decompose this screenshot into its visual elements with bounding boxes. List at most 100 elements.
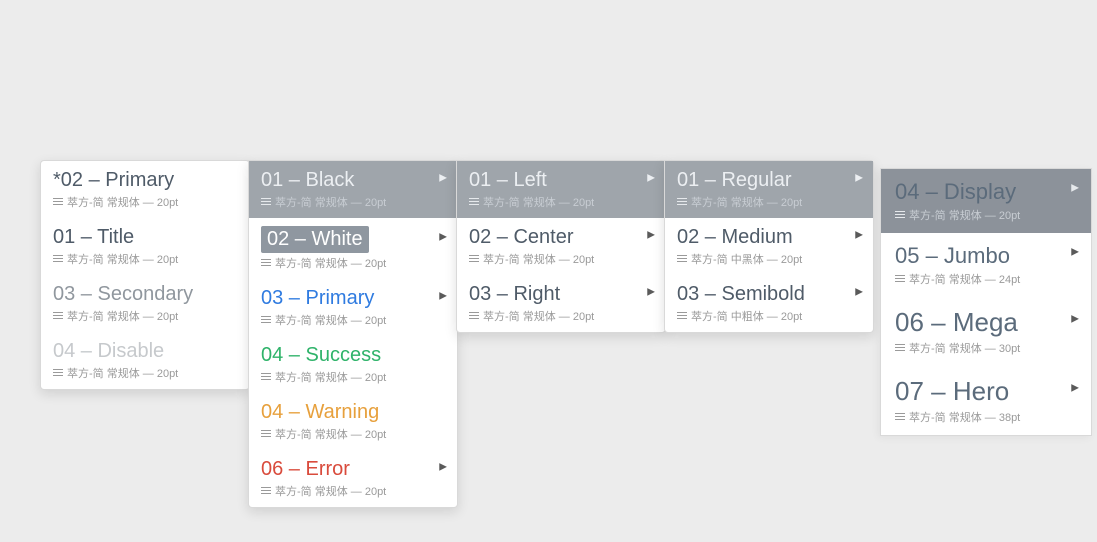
lines-icon [469, 198, 479, 206]
meta: 萃方-简 中粗体 — 20pt [691, 308, 802, 324]
lines-icon [895, 211, 905, 219]
panel-priority: *02 – Primary 萃方-简 常规体 — 20pt 01 – Title… [40, 160, 250, 390]
chevron-right-icon: ▶ [855, 229, 863, 240]
item-white[interactable]: 02 – White▶ 萃方-简 常规体 — 20pt [249, 218, 457, 279]
sidebar-item-body[interactable]: ✓ 02 – Body 萃方-简 常规体 — 14pt ▶ [887, 64, 1097, 101]
item-title[interactable]: 01 – Title 萃方-简 常规体 — 20pt [41, 218, 249, 275]
meta: 萃方-简 常规体 — 20pt [275, 312, 386, 328]
item-black[interactable]: 01 – Black ▶ 萃方-简 常规体 — 20pt [249, 161, 457, 218]
label: 03 – Primary [261, 287, 374, 310]
item-hero[interactable]: 07 – Hero▶ 萃方-简 常规体 — 38pt [881, 366, 1091, 435]
meta: 萃方-简 常规体 — 20pt [67, 251, 178, 267]
lines-icon [909, 88, 919, 96]
item-primary[interactable]: *02 – Primary 萃方-简 常规体 — 20pt [41, 161, 249, 218]
meta: 萃方-简 常规体 — 30pt [909, 340, 1020, 356]
meta: 萃方-简 常规体 — 20pt [483, 194, 594, 210]
lines-icon [469, 312, 479, 320]
check-icon: ✓ [893, 70, 902, 83]
meta: 萃方-简 常规体 — 20pt [67, 194, 178, 210]
item-mega[interactable]: 06 – Mega ▶ 萃方-简 常规体 — 30pt [881, 297, 1091, 366]
chevron-right-icon: ▶ [1079, 112, 1087, 123]
meta: 萃方-简 常规体 — 12pt [922, 47, 1023, 62]
label: *02 – Primary [53, 169, 174, 192]
label: 04 – Warning [261, 401, 379, 424]
chevron-right-icon: ▶ [1071, 247, 1079, 258]
meta: 萃方-简 常规体 — 20pt [67, 365, 178, 381]
label: 07 – Hero [895, 376, 1009, 406]
lines-icon [261, 316, 271, 324]
item-primary-color[interactable]: 03 – Primary ▶ 萃方-简 常规体 — 20pt [249, 279, 457, 336]
label: 06 – Mega [895, 307, 1018, 337]
lines-icon [53, 255, 63, 263]
panel-align: 01 – Left▶ 萃方-简 常规体 — 20pt 02 – Center▶ … [456, 160, 666, 333]
lines-icon [261, 259, 271, 267]
lines-icon [909, 51, 919, 59]
chevron-right-icon: ▶ [1071, 313, 1079, 324]
item-regular[interactable]: 01 – Regular ▶ 萃方-简 常规体 — 20pt [665, 161, 873, 218]
label: 02 – White [261, 226, 369, 253]
chevron-right-icon: ▶ [439, 172, 447, 183]
item-medium[interactable]: 02 – Medium ▶ 萃方-简 中黑体 — 20pt [665, 218, 873, 275]
lines-icon [895, 344, 905, 352]
lines-icon [469, 255, 479, 263]
chevron-right-icon: ▶ [439, 290, 447, 301]
panel-size: 04 – Display ▶ 萃方-简 常规体 — 20pt 05 – Jumbo… [880, 168, 1092, 436]
item-left[interactable]: 01 – Left ▶ 萃方-简 常规体 — 20pt [457, 161, 665, 218]
lines-icon [677, 198, 687, 206]
label: 02 – Body [909, 69, 1087, 84]
item-center[interactable]: 02 – Center▶ 萃方-简 常规体 — 20pt [457, 218, 665, 275]
item-semibold[interactable]: 03 – Semibold ▶ 萃方-简 中粗体 — 20pt [665, 275, 873, 332]
meta: 萃方-简 常规体 — 20pt [275, 426, 386, 442]
label: 01 – Caption [909, 32, 1087, 47]
label: 01 – Title [53, 226, 134, 249]
chevron-right-icon: ▶ [647, 172, 655, 183]
meta: 萃方-简 常规体 — 20pt [275, 369, 386, 385]
sidebar-item-title[interactable]: 03 – Title 萃方-简 常规体 — 16pt ▶ [887, 101, 1097, 138]
lines-icon [895, 413, 905, 421]
chevron-right-icon: ▶ [1071, 183, 1079, 194]
label: 03 – Right [469, 283, 560, 306]
item-right[interactable]: 03 – Right▶ 萃方-简 常规体 — 20pt [457, 275, 665, 332]
item-secondary[interactable]: 03 – Secondary 萃方-简 常规体 — 20pt [41, 275, 249, 332]
item-warning[interactable]: 04 – Warning 萃方-简 常规体 — 20pt [249, 393, 457, 450]
item-error[interactable]: 06 – Error▶ 萃方-简 常规体 — 20pt [249, 450, 457, 507]
meta: 萃方-简 常规体 — 20pt [691, 194, 802, 210]
chevron-right-icon: ▶ [439, 461, 447, 472]
chevron-right-icon: ▶ [855, 286, 863, 297]
lines-icon [677, 255, 687, 263]
meta: 萃方-简 常规体 — 20pt [275, 255, 386, 271]
lines-icon [261, 198, 271, 206]
meta: 萃方-简 常规体 — 20pt [909, 207, 1020, 223]
chevron-right-icon: ▶ [1079, 38, 1087, 49]
label: 01 – Black [261, 169, 354, 192]
lines-icon [261, 487, 271, 495]
sidebar-item-caption[interactable]: 01 – Caption 萃方-简 常规体 — 12pt ▶ [887, 27, 1097, 64]
lines-icon [895, 275, 905, 283]
lines-icon [53, 369, 63, 377]
lines-icon [677, 312, 687, 320]
lines-icon [261, 373, 271, 381]
label: 03 – Semibold [677, 283, 805, 306]
meta: 萃方-简 常规体 — 20pt [483, 308, 594, 324]
label: 02 – Medium [677, 226, 793, 249]
chevron-right-icon: ▶ [1079, 75, 1087, 86]
label: 03 – Title [909, 106, 1087, 121]
meta: 萃方-简 常规体 — 14pt [922, 84, 1023, 99]
chevron-right-icon: ▶ [855, 172, 863, 183]
sidebar-header[interactable]: No Text Style [887, 0, 1097, 27]
item-display[interactable]: 04 – Display ▶ 萃方-简 常规体 — 20pt [881, 169, 1091, 233]
meta: 萃方-简 常规体 — 20pt [67, 308, 178, 324]
label: 02 – Center [469, 226, 574, 249]
label: 04 – Display [895, 179, 1016, 204]
lines-icon [53, 198, 63, 206]
chevron-right-icon: ▶ [647, 229, 655, 240]
label: 01 – Left [469, 169, 547, 192]
label: 01 – Regular [677, 169, 792, 192]
item-disable[interactable]: 04 – Disable 萃方-简 常规体 — 20pt [41, 332, 249, 389]
item-jumbo[interactable]: 05 – Jumbo▶ 萃方-简 常规体 — 24pt [881, 233, 1091, 297]
meta: 萃方-简 常规体 — 20pt [275, 194, 386, 210]
lines-icon [909, 125, 919, 133]
label: 04 – Success [261, 344, 381, 367]
item-success[interactable]: 04 – Success 萃方-简 常规体 — 20pt [249, 336, 457, 393]
meta: 萃方-简 中黑体 — 20pt [691, 251, 802, 267]
